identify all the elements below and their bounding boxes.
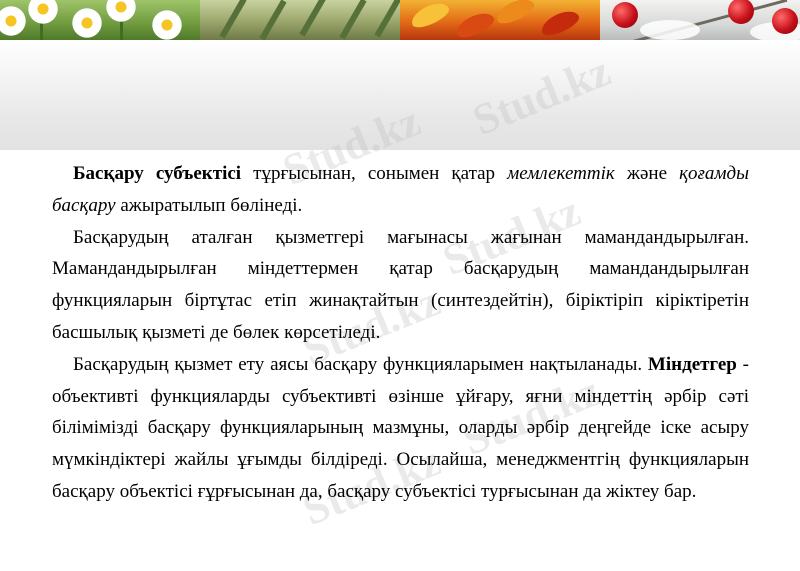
daisy-icon [104,0,138,24]
daisy-icon [26,0,60,26]
berry-icon [772,8,798,34]
banner-winter-berries [600,0,800,40]
banner-summer-ferns [200,0,400,40]
banner-autumn-leaves [400,0,600,40]
slide-body: Басқару субъектісі тұрғысынан, сонымен қ… [52,158,749,508]
seasonal-banner [0,0,800,40]
slide-header-band [0,40,800,150]
leaf-icon [408,0,452,32]
daisy-icon [70,6,104,40]
daisy-icon [0,4,28,38]
leaf-icon [453,8,497,40]
leaf-icon [493,0,537,28]
daisy-icon [150,8,184,40]
term-management-subject: Басқару субъектісі [73,163,242,184]
paragraph-3: Басқарудың қызмет ету аясы басқару функц… [52,353,750,502]
berry-icon [612,2,638,28]
term-tasks: Міндетгер [647,353,737,375]
leaf-icon [538,6,582,40]
banner-spring-daisies [0,0,200,40]
paragraph-2: Басқарудың аталған қызметгері мағынасы ж… [52,226,749,343]
paragraph-1: Басқару субъектісі тұрғысынан, сонымен қ… [52,163,750,216]
berry-icon [728,0,754,24]
term-state: мемлекеттік [507,163,615,184]
